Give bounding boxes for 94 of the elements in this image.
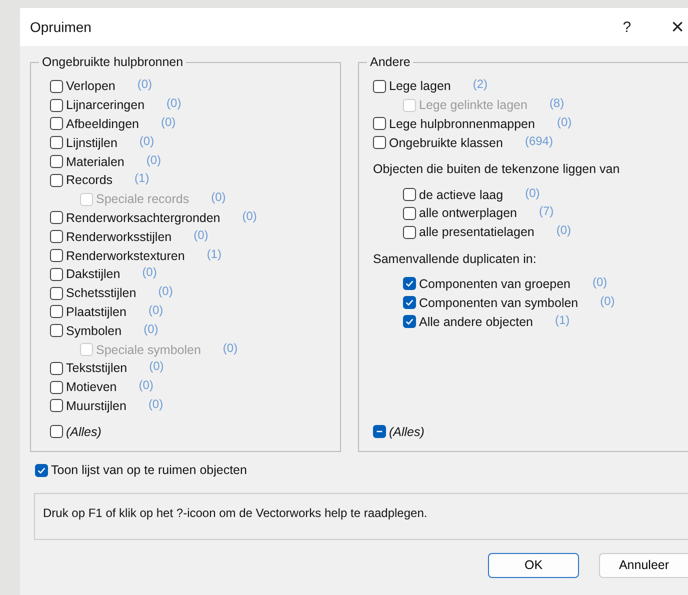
checkbox[interactable] [50, 211, 63, 224]
item-count: (0) [139, 134, 154, 148]
item-count: (0) [158, 284, 173, 298]
item-count: (0) [137, 77, 152, 92]
checkbox-option[interactable]: Materialen [50, 154, 124, 169]
checkbox-option[interactable]: Tekststijlen [50, 361, 128, 376]
checkbox[interactable] [50, 324, 63, 338]
item-count: (1) [554, 312, 570, 327]
checkbox[interactable] [373, 136, 386, 150]
section-label: Objecten die buiten de tekenzone liggen van [373, 162, 621, 176]
checkbox[interactable] [50, 155, 63, 168]
checkbox[interactable] [50, 117, 63, 130]
checkbox[interactable] [50, 268, 63, 281]
checkbox[interactable] [50, 425, 63, 438]
item-count: (2) [472, 77, 488, 92]
checkbox[interactable] [403, 206, 416, 220]
checkbox-option[interactable]: Renderworksstijlen [50, 230, 172, 244]
checkbox-option[interactable]: Lege hulpbronnenmappen [373, 116, 535, 131]
item-count: (1) [206, 246, 222, 261]
checkbox-option[interactable]: Symbolen [50, 324, 122, 338]
checkbox[interactable] [50, 230, 63, 244]
item-count: (0) [556, 114, 572, 129]
checkbox-option[interactable]: Renderworkstexturen [50, 248, 185, 263]
checkbox[interactable] [403, 277, 416, 290]
item-count: (0) [148, 396, 164, 411]
checkbox[interactable] [50, 98, 63, 112]
checkbox[interactable] [403, 296, 416, 310]
group-title: Andere [367, 55, 414, 69]
checkbox-option[interactable]: Toon lijst van op te ruimen objecten [35, 463, 247, 477]
checkbox-option[interactable]: Componenten van groepen [403, 276, 571, 291]
checkbox[interactable] [403, 315, 416, 328]
checkbox-option[interactable]: Afbeeldingen [50, 116, 139, 131]
checkbox-option[interactable]: Dakstijlen [50, 267, 120, 282]
checkbox-option[interactable]: Lege lagen [373, 79, 451, 94]
group-title: Ongebruikte hulpbronnen [39, 55, 186, 69]
item-count: (7) [539, 204, 554, 218]
checkbox[interactable] [403, 188, 416, 202]
checkbox[interactable] [373, 117, 386, 130]
ok-button[interactable]: OK [488, 552, 579, 578]
item-count: (0) [138, 378, 154, 392]
checkbox[interactable] [50, 80, 63, 93]
item-count: (694) [524, 134, 553, 148]
checkbox-option[interactable]: Muurstijlen [50, 398, 126, 413]
item-count: (8) [549, 96, 564, 110]
checkbox[interactable] [50, 136, 63, 150]
checkbox[interactable] [50, 174, 63, 187]
item-count: (0) [242, 208, 257, 223]
checkbox[interactable] [50, 380, 63, 394]
checkbox[interactable] [50, 249, 63, 262]
item-count: (0) [222, 340, 238, 355]
checkbox-option[interactable]: Motieven [50, 380, 117, 394]
checkbox-option[interactable]: (Alles) [50, 424, 102, 439]
checkbox-option[interactable]: Schetsstijlen [50, 286, 136, 300]
checkbox-option[interactable]: Ongebruikte klassen [373, 136, 503, 150]
help-button[interactable]: ? [622, 18, 632, 36]
checkbox[interactable] [35, 464, 48, 476]
item-count: (0) [556, 223, 572, 238]
cancel-button[interactable]: Annuleer [599, 552, 688, 578]
item-count: (0) [166, 96, 182, 110]
checkbox-option[interactable]: alle ontwerplagen [403, 206, 517, 220]
help-text: Druk op F1 of klik op het ?-icoon om de Vectorworks help te raadplegen. [34, 492, 688, 540]
checkbox-option[interactable]: Lijnstijlen [50, 136, 118, 150]
item-count: (0) [146, 152, 162, 167]
item-count: (0) [144, 322, 158, 336]
checkbox[interactable] [50, 362, 63, 375]
checkbox-option[interactable]: alle presentatielagen [403, 225, 534, 240]
item-count: (0) [148, 302, 164, 317]
item-count: (0) [600, 294, 615, 308]
checkbox-option[interactable]: (Alles) [373, 424, 424, 439]
checkbox[interactable] [373, 80, 386, 93]
checkbox[interactable] [50, 399, 63, 412]
item-count: (0) [160, 114, 176, 129]
checkbox-option[interactable]: Alle andere objecten [403, 314, 533, 329]
checkbox-option[interactable]: Componenten van symbolen [403, 296, 578, 310]
checkbox-option[interactable]: Verlopen [50, 79, 116, 94]
checkbox-option[interactable]: Renderworksachtergronden [50, 210, 220, 225]
checkbox-option[interactable]: Plaatstijlen [50, 304, 126, 319]
item-count: (1) [134, 171, 150, 186]
item-count: (0) [211, 190, 226, 204]
item-count: (0) [525, 186, 540, 200]
section-label: Samenvallende duplicaten in: [373, 252, 538, 266]
checkbox[interactable] [50, 286, 63, 300]
checkbox[interactable] [50, 305, 63, 318]
checkbox-option[interactable]: Lijnarceringen [50, 98, 145, 112]
checkbox-option[interactable]: Records [50, 173, 113, 188]
item-count: (0) [592, 274, 608, 289]
window-title: Opruimen [30, 19, 92, 35]
item-count: (0) [142, 265, 157, 280]
close-button[interactable]: × [671, 14, 684, 40]
checkbox[interactable] [373, 425, 386, 438]
checkbox-option[interactable]: de actieve laag [403, 188, 504, 202]
item-count: (0) [194, 228, 208, 242]
checkbox[interactable] [403, 226, 416, 239]
item-count: (0) [149, 359, 164, 374]
